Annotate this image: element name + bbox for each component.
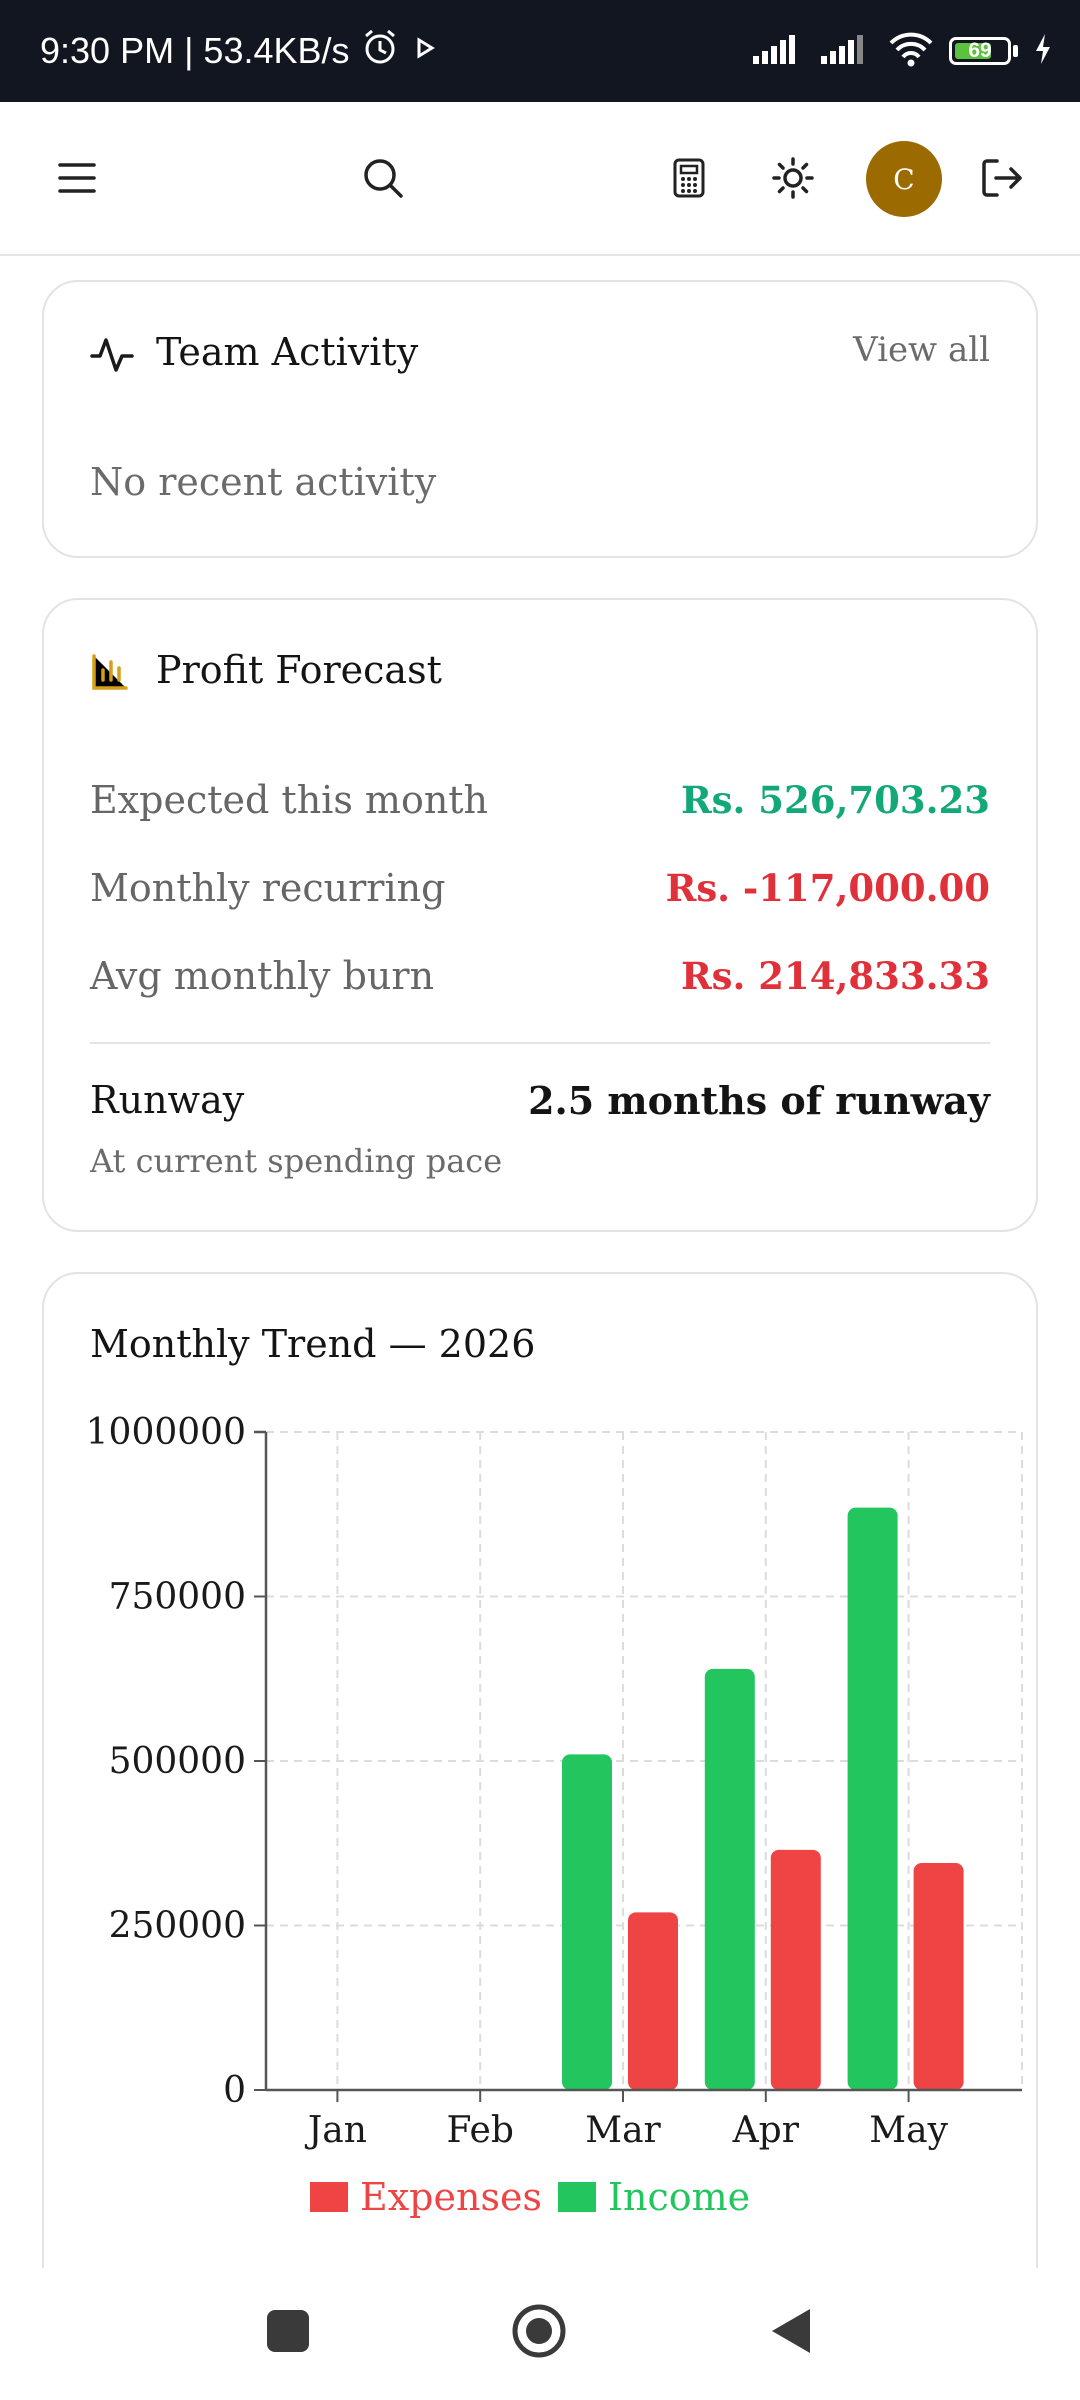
y-tick-label: 500000 [109, 1741, 246, 1782]
runway-label: Runway [90, 1078, 245, 1122]
activity-icon [90, 332, 134, 380]
recurring-value: Rs. -117,000.00 [665, 866, 990, 910]
team-activity-card: Team Activity View all No recent activit… [42, 280, 1038, 558]
status-bar: 9:30 PM | 53.4KB/s 69 [0, 0, 1080, 102]
home-icon[interactable] [512, 2304, 566, 2358]
empty-activity-message: No recent activity [90, 460, 437, 504]
divider [90, 1042, 990, 1044]
expenses-legend-label: Expenses [360, 2175, 542, 2219]
avatar[interactable]: C [866, 141, 942, 217]
x-tick-label: Feb [447, 2110, 514, 2151]
expenses-bar [913, 1862, 964, 2090]
signal-icon [751, 32, 805, 71]
y-tick-label: 1000000 [86, 1412, 246, 1453]
menu-icon[interactable] [44, 145, 110, 211]
y-tick-label: 250000 [109, 1906, 246, 1947]
income-bar [562, 1754, 612, 2090]
charging-icon [1032, 32, 1054, 71]
chart-title: Monthly Trend — 2026 [90, 1322, 536, 1366]
expenses-bar [628, 1912, 678, 2090]
play-icon [410, 30, 440, 72]
x-tick-label: May [869, 2110, 948, 2151]
income-legend-swatch [558, 2182, 596, 2212]
income-bar [704, 1668, 755, 2090]
x-tick-label: Apr [732, 2110, 800, 2151]
burn-value: Rs. 214,833.33 [680, 954, 990, 998]
expenses-legend-swatch [310, 2182, 348, 2212]
runway-note: At current spending pace [90, 1142, 503, 1180]
wifi-icon [887, 30, 935, 73]
profit-forecast-title: Profit Forecast [156, 648, 442, 692]
battery-level: 69 [968, 39, 992, 62]
x-tick-label: Jan [304, 2110, 367, 2151]
search-icon[interactable] [350, 145, 416, 211]
profit-forecast-card: Profit Forecast Expected this month Rs. … [42, 598, 1038, 1232]
bar-chart-icon [90, 652, 130, 696]
team-activity-title: Team Activity [156, 330, 419, 374]
expected-value: Rs. 526,703.23 [680, 778, 990, 822]
monthly-trend-chart: 0 250000 500000 750000 1000000 Jan Feb Mar Apr Ma… [86, 1412, 1023, 2219]
income-legend-label: Income [608, 2175, 750, 2219]
expenses-bar [770, 1849, 821, 2090]
y-tick-label: 750000 [109, 1577, 246, 1618]
recurring-label: Monthly recurring [90, 866, 446, 910]
monthly-trend-card: Monthly Trend — 2026 0 250000 500000 750000… [42, 1272, 1038, 2282]
sun-icon[interactable] [760, 145, 826, 211]
back-icon[interactable] [768, 2306, 814, 2356]
view-all-link[interactable]: View all [853, 330, 990, 370]
system-nav-bar [0, 2268, 1080, 2400]
battery-icon: 69 [949, 37, 1011, 65]
income-bar [847, 1507, 898, 2090]
logout-icon[interactable] [970, 145, 1036, 211]
app-header: C [0, 102, 1080, 256]
y-tick-label: 0 [223, 2070, 246, 2111]
signal-icon [819, 32, 873, 71]
runway-value: 2.5 months of runway [528, 1078, 990, 1123]
calculator-icon[interactable] [656, 145, 722, 211]
status-time: 9:30 PM | 53.4KB/s [40, 30, 350, 71]
alarm-icon [360, 27, 400, 76]
recents-icon[interactable] [267, 2310, 309, 2352]
expected-label: Expected this month [90, 778, 489, 822]
burn-label: Avg monthly burn [90, 954, 435, 998]
x-tick-label: Mar [585, 2110, 661, 2151]
